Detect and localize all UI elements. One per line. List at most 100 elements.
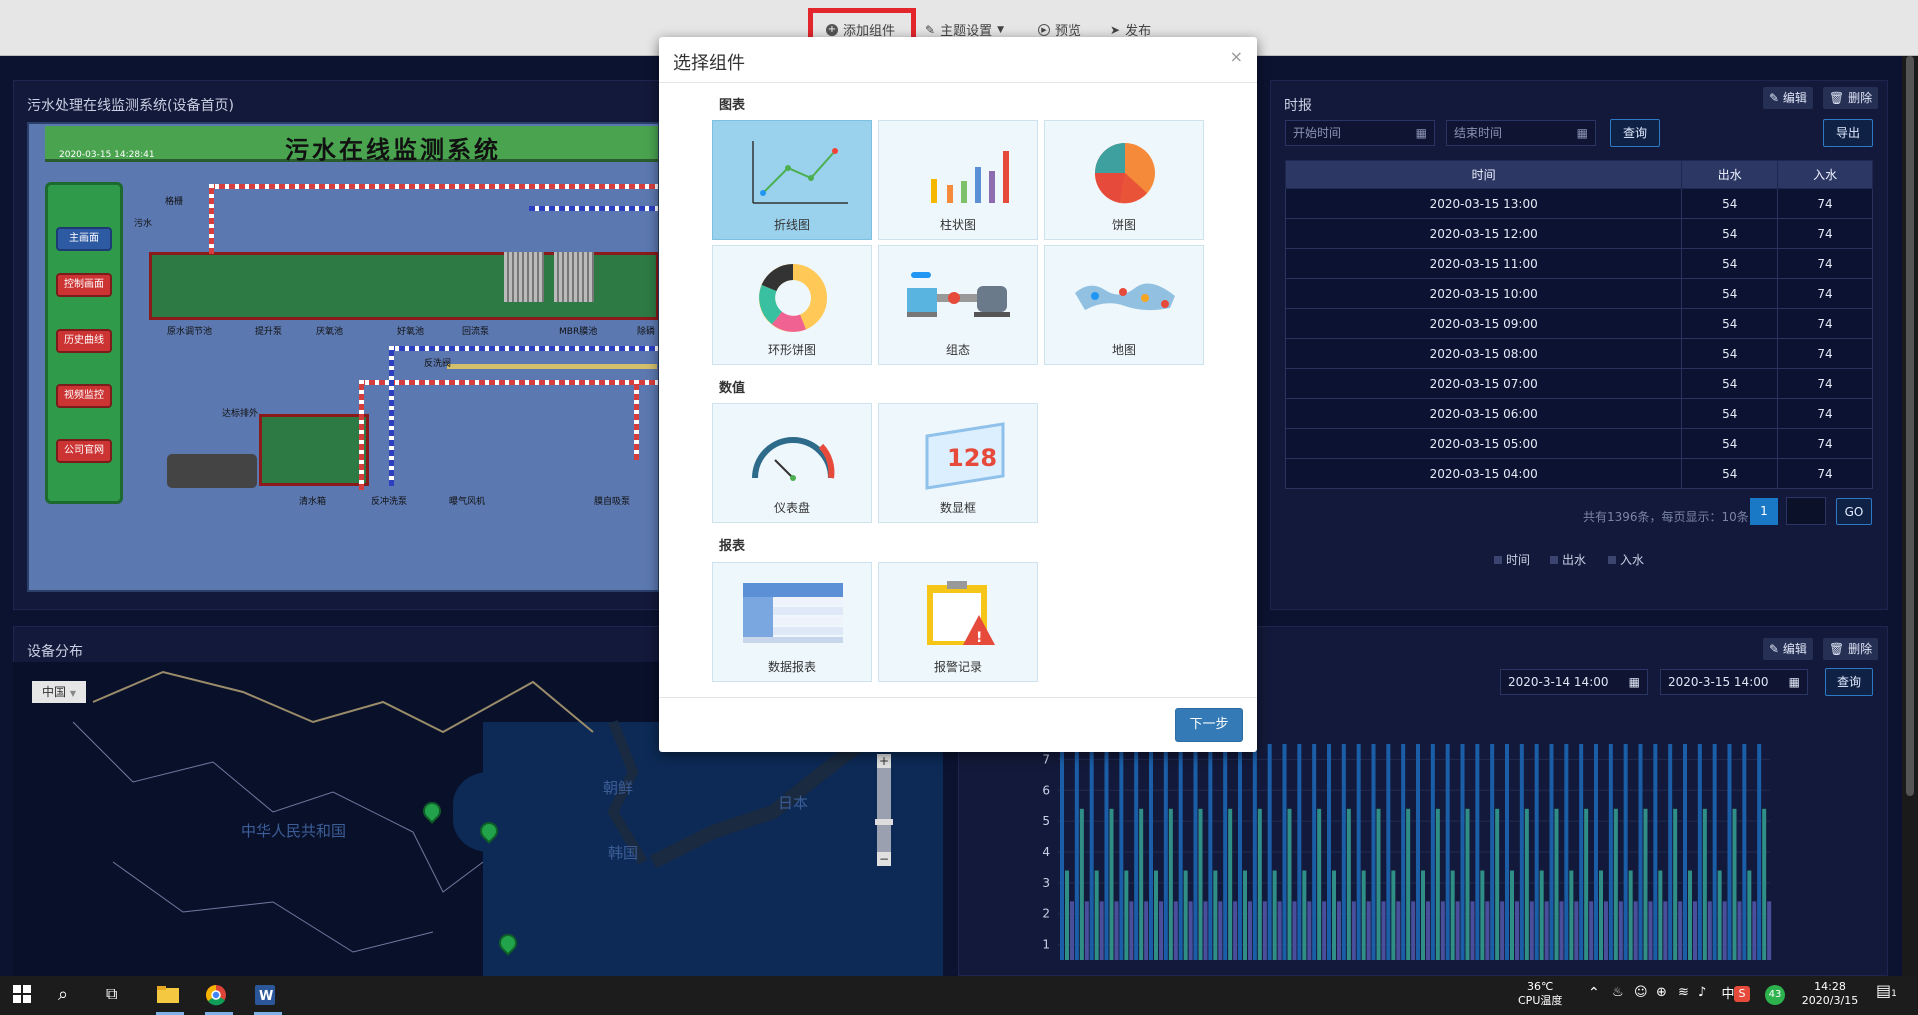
start-time-input[interactable]: 开始时间 ▦ (1285, 120, 1435, 146)
bar[interactable] (1544, 901, 1549, 960)
scrollbar-thumb[interactable] (1906, 56, 1914, 796)
bar[interactable] (1500, 901, 1505, 960)
zoom-handle[interactable] (875, 819, 893, 825)
bar[interactable] (1554, 808, 1559, 960)
scada-menu-main[interactable]: 主画面 (56, 227, 112, 251)
bar[interactable] (1574, 901, 1579, 960)
bar[interactable] (1757, 744, 1762, 960)
bar[interactable] (1608, 744, 1613, 960)
bar[interactable] (1604, 901, 1608, 960)
bar[interactable] (1495, 808, 1500, 960)
chart-edit-button[interactable]: ✎ 编辑 (1763, 638, 1813, 660)
badge-counter[interactable]: 43 (1765, 985, 1785, 1005)
page-1-button[interactable]: 1 (1750, 498, 1778, 525)
bar[interactable] (1663, 901, 1668, 960)
chart-delete-button[interactable]: 🗑 删除 (1823, 638, 1879, 660)
bar[interactable] (1173, 901, 1178, 960)
bar[interactable] (1149, 744, 1153, 960)
cpu-temperature[interactable]: 36℃ CPU温度 (1518, 980, 1562, 1008)
bar[interactable] (1697, 744, 1702, 960)
bar[interactable] (1539, 870, 1544, 960)
bar[interactable] (1470, 901, 1475, 960)
bar[interactable] (1747, 870, 1752, 960)
volume-icon[interactable]: ♪ (1698, 986, 1706, 1000)
bar[interactable] (1416, 744, 1420, 960)
bar[interactable] (1070, 901, 1074, 960)
bar[interactable] (1341, 744, 1346, 960)
bar[interactable] (1668, 744, 1673, 960)
zoom-out-button[interactable]: − (877, 852, 891, 866)
bar[interactable] (1406, 808, 1411, 960)
bar[interactable] (1089, 744, 1094, 960)
bar[interactable] (1391, 870, 1396, 960)
windows-start-icon[interactable] (12, 984, 36, 1008)
end-time-input[interactable]: 结束时间 ▦ (1446, 120, 1596, 146)
bar[interactable] (1638, 744, 1643, 960)
bar[interactable] (1065, 870, 1069, 960)
bar[interactable] (1633, 901, 1638, 960)
bar[interactable] (1282, 744, 1287, 960)
bar[interactable] (1129, 901, 1134, 960)
bar[interactable] (1653, 744, 1658, 960)
bar[interactable] (1549, 744, 1554, 960)
bar[interactable] (1297, 744, 1302, 960)
bar[interactable] (1693, 901, 1697, 960)
report-query-button[interactable]: 查询 (1610, 119, 1660, 147)
bar[interactable] (1361, 870, 1366, 960)
bar[interactable] (1267, 744, 1272, 960)
bar[interactable] (1480, 870, 1485, 960)
search-icon[interactable]: ⌕ (58, 984, 82, 1008)
bar[interactable] (1752, 901, 1757, 960)
bar[interactable] (1243, 870, 1247, 960)
bar[interactable] (1084, 901, 1089, 960)
scada-menu-history[interactable]: 历史曲线 (56, 329, 112, 353)
zoom-in-button[interactable]: + (877, 754, 891, 768)
bar[interactable] (1074, 744, 1079, 960)
bar[interactable] (1658, 870, 1663, 960)
bar[interactable] (1485, 901, 1490, 960)
component-scada[interactable]: 组态 (878, 245, 1038, 365)
bar[interactable] (1312, 744, 1317, 960)
bar[interactable] (1302, 870, 1307, 960)
bar[interactable] (1213, 870, 1218, 960)
task-view-icon[interactable]: ⧉ (106, 984, 130, 1008)
bar[interactable] (1163, 744, 1168, 960)
bar[interactable] (1381, 901, 1386, 960)
bar[interactable] (1292, 901, 1297, 960)
bar[interactable] (1317, 808, 1322, 960)
component-gauge[interactable]: 仪表盘 (712, 403, 872, 523)
bar[interactable] (1465, 808, 1470, 960)
bar[interactable] (1732, 808, 1737, 960)
bar[interactable] (1737, 901, 1742, 960)
component-data-report[interactable]: 数据报表 (712, 562, 872, 682)
chevron-up-icon[interactable]: ⌃ (1588, 986, 1600, 1000)
bar[interactable] (1238, 744, 1242, 960)
bar[interactable] (1643, 808, 1648, 960)
bar[interactable] (1678, 901, 1683, 960)
bar[interactable] (1134, 744, 1139, 960)
component-donut-chart[interactable]: 环形饼图 (712, 245, 872, 365)
bar[interactable] (1584, 808, 1589, 960)
bar[interactable] (1351, 901, 1356, 960)
clock[interactable]: 14:28 2020/3/15 (1794, 980, 1866, 1008)
bar[interactable] (1248, 901, 1252, 960)
bar[interactable] (1252, 744, 1257, 960)
bar[interactable] (1178, 744, 1183, 960)
bar[interactable] (1490, 744, 1495, 960)
bar[interactable] (1198, 808, 1203, 960)
bar[interactable] (1307, 901, 1312, 960)
bar[interactable] (1287, 808, 1292, 960)
bar[interactable] (1529, 901, 1534, 960)
bar[interactable] (1154, 870, 1158, 960)
component-alarm-record[interactable]: ! 报警记录 (878, 562, 1038, 682)
chart-end-input[interactable]: 2020-3-15 14:00 ▦ (1660, 669, 1808, 695)
bar[interactable] (1124, 870, 1129, 960)
component-digital-display[interactable]: 128 数显框 (878, 403, 1038, 523)
bar[interactable] (1168, 808, 1173, 960)
zoom-slider[interactable]: + − (875, 754, 893, 866)
bar[interactable] (1618, 901, 1623, 960)
bar[interactable] (1722, 901, 1727, 960)
bar[interactable] (1208, 744, 1213, 960)
bar[interactable] (1623, 744, 1628, 960)
bar[interactable] (1346, 808, 1351, 960)
